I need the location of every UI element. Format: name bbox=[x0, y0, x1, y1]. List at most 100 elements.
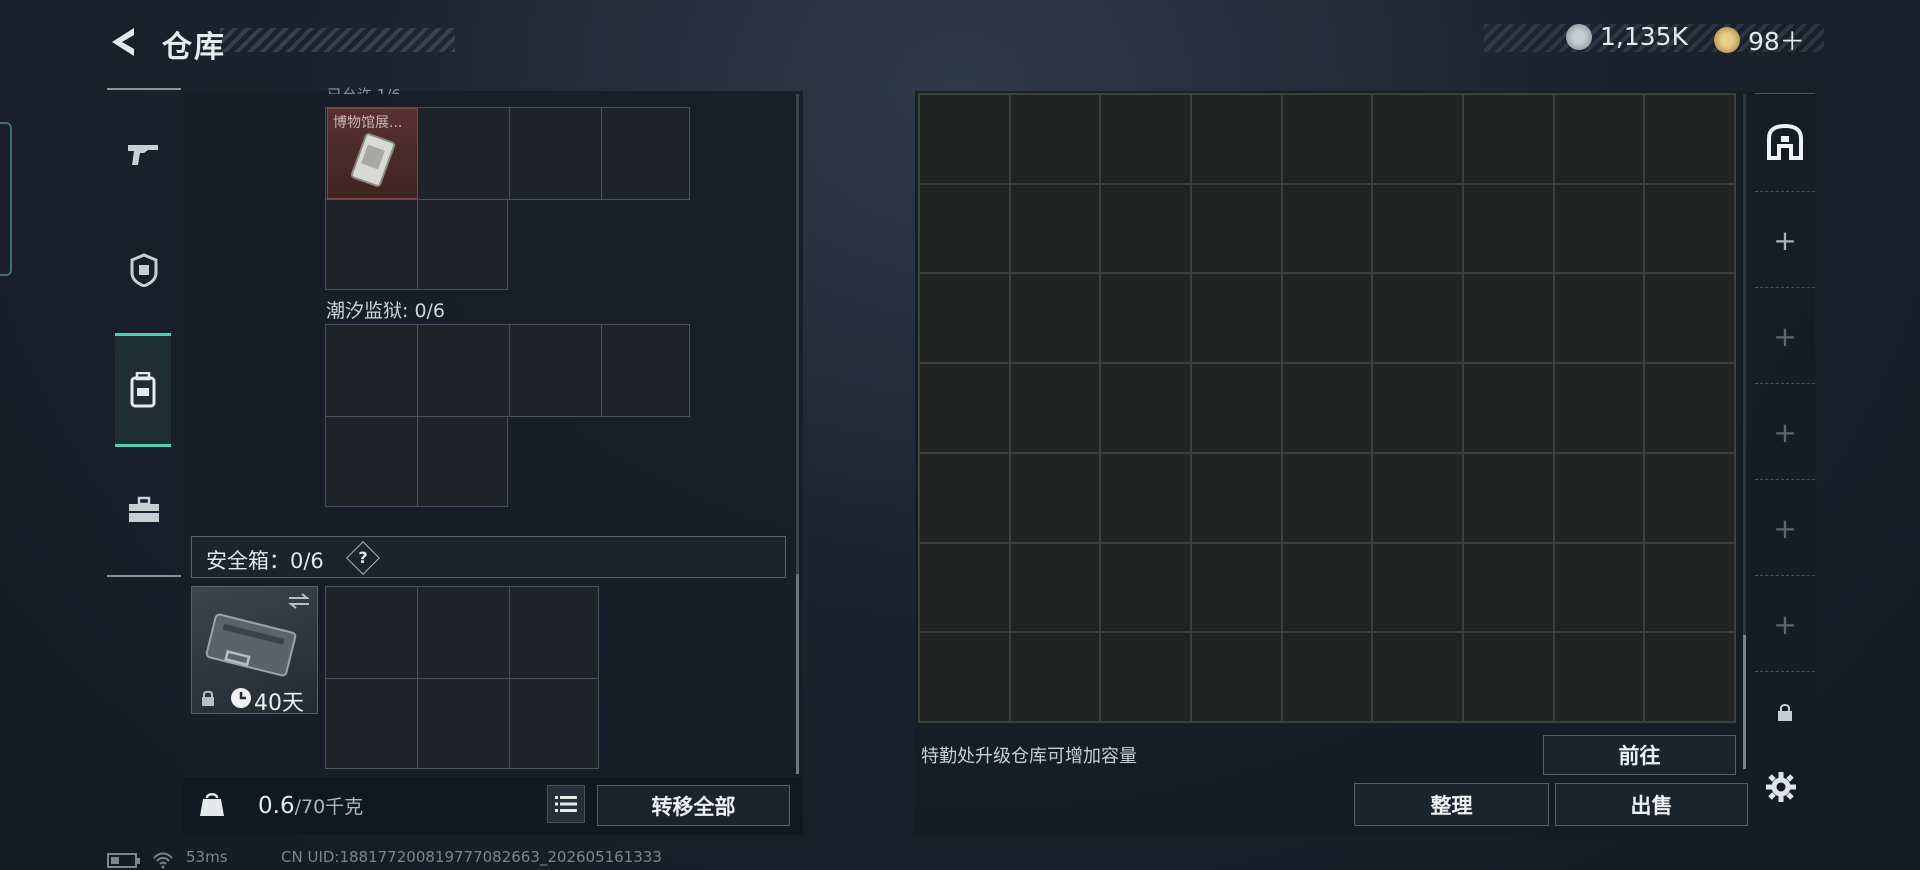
add-warehouse-tab[interactable]: + bbox=[1755, 575, 1815, 672]
warehouse-slot[interactable] bbox=[1644, 94, 1735, 184]
warehouse-slot[interactable] bbox=[1009, 542, 1101, 633]
warehouse-slot[interactable] bbox=[1644, 632, 1735, 722]
warehouse-slot[interactable] bbox=[1190, 452, 1282, 543]
warehouse-slot[interactable] bbox=[1462, 183, 1554, 274]
warehouse-slot[interactable] bbox=[1644, 363, 1735, 453]
warehouse-slot[interactable] bbox=[1372, 363, 1463, 453]
warehouse-slot[interactable] bbox=[919, 273, 1010, 364]
warehouse-slot[interactable] bbox=[1009, 363, 1101, 453]
safe-slot[interactable] bbox=[509, 586, 599, 679]
warehouse-slot[interactable] bbox=[1190, 94, 1282, 184]
warehouse-slot[interactable] bbox=[1553, 94, 1645, 184]
safe-slot[interactable] bbox=[325, 678, 418, 769]
warehouse-slot[interactable] bbox=[1190, 542, 1282, 633]
warehouse-slot[interactable] bbox=[1462, 632, 1554, 722]
back-button[interactable] bbox=[104, 22, 144, 62]
grid-slot[interactable] bbox=[417, 416, 508, 507]
warehouse-slot[interactable] bbox=[919, 94, 1010, 184]
warehouse-slot[interactable] bbox=[1372, 542, 1463, 633]
list-view-button[interactable] bbox=[547, 785, 585, 823]
locked-warehouse-tab[interactable] bbox=[1755, 671, 1815, 752]
warehouse-slot[interactable] bbox=[1462, 452, 1554, 543]
nav-toolbox[interactable] bbox=[107, 460, 181, 560]
warehouse-slot[interactable] bbox=[1553, 183, 1645, 274]
warehouse-slot[interactable] bbox=[1553, 632, 1645, 722]
grid-slot[interactable] bbox=[509, 324, 602, 417]
warehouse-slot[interactable] bbox=[919, 363, 1010, 453]
safe-help-button[interactable]: ? bbox=[351, 546, 375, 570]
sell-button[interactable]: 出售 bbox=[1555, 783, 1748, 826]
transfer-all-button[interactable]: 转移全部 bbox=[597, 785, 790, 826]
warehouse-slot[interactable] bbox=[1100, 183, 1191, 274]
safe-slot[interactable] bbox=[509, 678, 599, 769]
warehouse-slot[interactable] bbox=[1190, 632, 1282, 722]
add-warehouse-tab[interactable]: + bbox=[1755, 287, 1815, 384]
settings-gear-icon[interactable] bbox=[1764, 770, 1798, 804]
warehouse-slot[interactable] bbox=[1372, 94, 1463, 184]
safe-case-item[interactable]: 40天 bbox=[191, 586, 318, 716]
nav-backpack[interactable] bbox=[115, 333, 171, 447]
warehouse-slot[interactable] bbox=[1644, 542, 1735, 633]
warehouse-slot[interactable] bbox=[1553, 273, 1645, 364]
swap-icon[interactable] bbox=[287, 593, 311, 609]
warehouse-slot[interactable] bbox=[919, 632, 1010, 722]
warehouse-slot[interactable] bbox=[1190, 273, 1282, 364]
warehouse-slot[interactable] bbox=[1009, 632, 1101, 722]
warehouse-slot[interactable] bbox=[1009, 183, 1101, 274]
warehouse-slot[interactable] bbox=[1100, 94, 1191, 184]
warehouse-slot[interactable] bbox=[1644, 183, 1735, 274]
safe-slot[interactable] bbox=[325, 586, 418, 679]
safe-slot[interactable] bbox=[417, 678, 510, 769]
warehouse-slot[interactable] bbox=[1281, 273, 1373, 364]
warehouse-slot[interactable] bbox=[1372, 452, 1463, 543]
add-warehouse-tab[interactable]: + bbox=[1755, 383, 1815, 480]
warehouse-slot[interactable] bbox=[1644, 452, 1735, 543]
warehouse-slot[interactable] bbox=[1100, 363, 1191, 453]
currency-gold[interactable]: 98＋ bbox=[1714, 22, 1805, 58]
grid-slot[interactable] bbox=[417, 107, 510, 200]
warehouse-slot[interactable] bbox=[1281, 94, 1373, 184]
goto-button[interactable]: 前往 bbox=[1543, 735, 1736, 775]
nav-armor[interactable] bbox=[107, 220, 181, 320]
warehouse-slot[interactable] bbox=[1009, 273, 1101, 364]
warehouse-slot[interactable] bbox=[1372, 183, 1463, 274]
side-drawer-handle[interactable] bbox=[0, 122, 12, 276]
grid-slot[interactable] bbox=[509, 107, 602, 200]
warehouse-slot[interactable] bbox=[1553, 363, 1645, 453]
nav-weapons[interactable] bbox=[107, 104, 181, 204]
warehouse-slot[interactable] bbox=[1100, 632, 1191, 722]
warehouse-slot[interactable] bbox=[1553, 542, 1645, 633]
warehouse-slot[interactable] bbox=[1553, 452, 1645, 543]
warehouse-slot[interactable] bbox=[1281, 183, 1373, 274]
backpack-scrollbar-thumb[interactable] bbox=[796, 574, 799, 774]
warehouse-scrollbar-thumb[interactable] bbox=[1743, 635, 1746, 769]
grid-slot[interactable] bbox=[325, 324, 418, 417]
grid-slot[interactable] bbox=[601, 107, 690, 200]
warehouse-slot[interactable] bbox=[919, 542, 1010, 633]
grid-slot[interactable] bbox=[325, 416, 418, 507]
warehouse-slot[interactable] bbox=[1281, 632, 1373, 722]
add-warehouse-tab[interactable]: + bbox=[1755, 479, 1815, 576]
museum-item-card[interactable]: 博物馆展... bbox=[327, 108, 418, 199]
grid-slot[interactable] bbox=[417, 199, 508, 290]
warehouse-slot[interactable] bbox=[1190, 363, 1282, 453]
grid-slot[interactable] bbox=[325, 199, 418, 290]
warehouse-slot[interactable] bbox=[1100, 452, 1191, 543]
warehouse-slot[interactable] bbox=[1009, 94, 1101, 184]
warehouse-slot[interactable] bbox=[1100, 273, 1191, 364]
warehouse-slot[interactable] bbox=[1281, 542, 1373, 633]
warehouse-slot[interactable] bbox=[1281, 452, 1373, 543]
warehouse-slot[interactable] bbox=[1372, 273, 1463, 364]
warehouse-tab-main[interactable] bbox=[1755, 93, 1815, 190]
grid-slot[interactable] bbox=[601, 324, 690, 417]
warehouse-slot[interactable] bbox=[1190, 183, 1282, 274]
warehouse-slot[interactable] bbox=[1462, 363, 1554, 453]
warehouse-slot[interactable] bbox=[1462, 542, 1554, 633]
warehouse-slot[interactable] bbox=[1281, 363, 1373, 453]
grid-slot[interactable] bbox=[417, 324, 510, 417]
safe-slot[interactable] bbox=[417, 586, 510, 679]
warehouse-slot[interactable] bbox=[1462, 94, 1554, 184]
warehouse-slot[interactable] bbox=[1009, 452, 1101, 543]
add-warehouse-tab[interactable]: + bbox=[1755, 191, 1815, 288]
warehouse-slot[interactable] bbox=[919, 452, 1010, 543]
